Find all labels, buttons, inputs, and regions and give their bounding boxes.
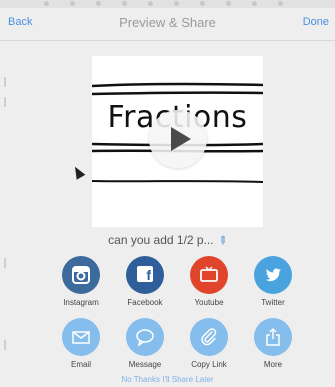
status-dot [96,1,101,6]
video-preview[interactable]: Fractions [92,56,263,227]
pencil-icon[interactable]: ✎ [214,233,230,248]
share-youtube-button[interactable]: Youtube [179,256,239,307]
status-dot [226,1,231,6]
done-button[interactable]: Done [303,16,329,28]
share-message-button[interactable]: Message [115,318,175,369]
status-dot [252,1,257,6]
share-label: Twitter [261,298,285,307]
status-dot [174,1,179,6]
twitter-icon [254,256,292,294]
share-facebook-button[interactable]: f Facebook [115,256,175,307]
share-label: Facebook [127,298,163,307]
no-thanks-link[interactable]: No Thanks I'll Share Later [0,375,335,384]
video-caption[interactable]: can you add 1/2 p...✎ [0,233,335,248]
status-strip [0,0,335,8]
share-copy-link-button[interactable]: Copy Link [179,318,239,369]
share-row-social: Instagram f Facebook Youtube Twitter [0,256,335,307]
speech-bubble-icon [126,318,164,356]
status-dot [278,1,283,6]
share-more-button[interactable]: More [243,318,303,369]
mouse-cursor-icon [70,164,86,180]
share-label: Message [128,360,162,369]
share-label: Email [70,360,91,369]
facebook-icon: f [126,256,164,294]
share-twitter-button[interactable]: Twitter [243,256,303,307]
preview-share-screen: Back Preview & Share Done Fractions can … [0,0,335,387]
status-dot [148,1,153,6]
status-dot [200,1,205,6]
status-dot [70,1,75,6]
share-label: Youtube [194,298,224,307]
share-instagram-button[interactable]: Instagram [51,256,111,307]
instagram-icon [62,256,100,294]
paperclip-icon [190,318,228,356]
share-label: More [263,360,283,369]
share-icon [254,318,292,356]
share-label: Copy Link [191,360,227,369]
envelope-icon [62,318,100,356]
navigation-bar: Back Preview & Share Done [0,8,335,41]
share-label: Instagram [63,298,99,307]
share-row-other: Email Message Copy Link More [0,318,335,369]
share-email-button[interactable]: Email [51,318,111,369]
youtube-icon [190,256,228,294]
edge-mark [4,77,6,87]
play-icon[interactable] [149,110,207,168]
edge-mark [4,97,6,107]
status-dot [44,1,49,6]
video-caption-text: can you add 1/2 p... [108,233,214,247]
page-title: Preview & Share [119,15,216,30]
status-dot [122,1,127,6]
